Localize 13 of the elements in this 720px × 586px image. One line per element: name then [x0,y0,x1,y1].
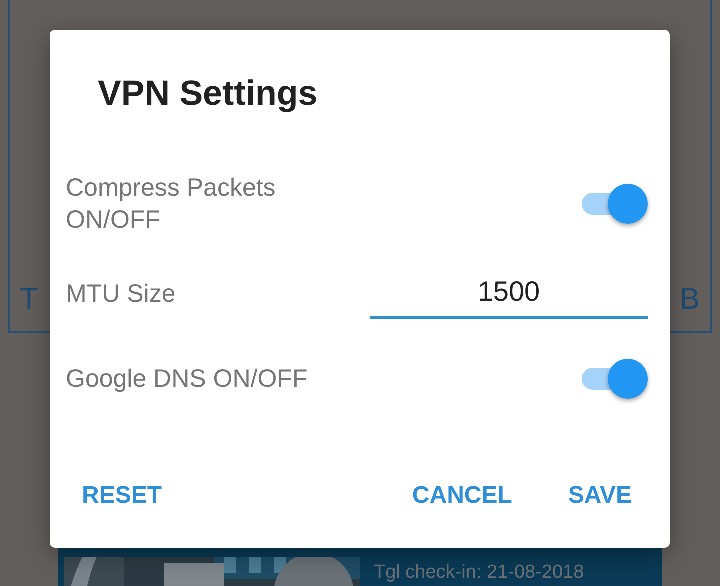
toggle-switch[interactable] [582,359,648,399]
dialog-button[interactable]: SAVE [552,474,648,518]
dialog-title: VPN Settings [98,74,319,114]
dialog-button[interactable]: RESET [66,474,178,518]
mtu-input[interactable]: 1500 [370,270,648,318]
setting-label: Google DNS ON/OFF [66,364,309,395]
background-text: T [20,283,38,317]
background-text: B [680,283,700,317]
setting-label: Compress Packets ON/OFF [66,173,277,236]
toggle-switch[interactable] [582,184,648,224]
check-in-date: Tgl check-in: 21-08-2018 [374,562,584,584]
dialog-button[interactable]: CANCEL [396,474,528,518]
setting-label: MTU Size [66,279,177,310]
